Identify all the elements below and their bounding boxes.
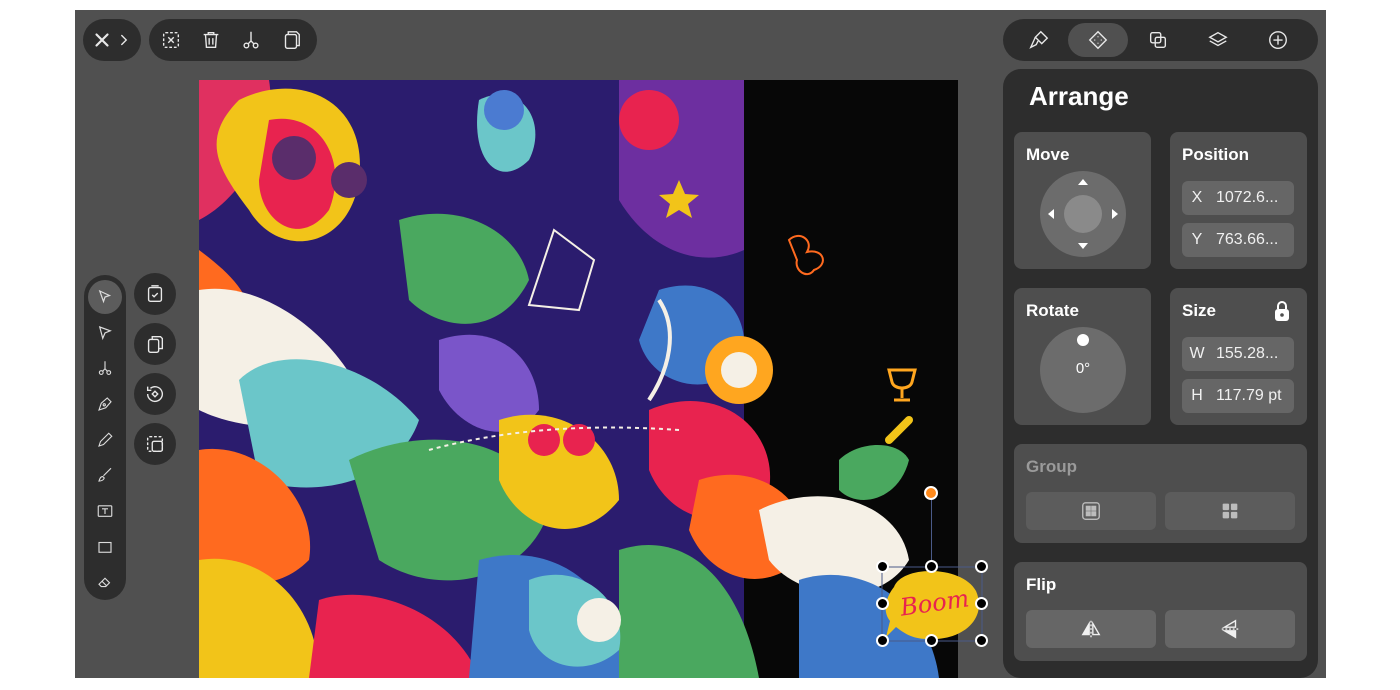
resize-handle-left[interactable]: [876, 597, 889, 610]
size-label: Size: [1182, 301, 1217, 320]
move-up-icon[interactable]: [1078, 179, 1088, 185]
resize-handle-top-right[interactable]: [975, 560, 988, 573]
position-y-field[interactable]: Y 763.66...: [1182, 223, 1294, 257]
size-card: Size W 155.28... H 117.79 pt: [1170, 288, 1307, 425]
close-toolbar: [83, 19, 141, 61]
move-down-icon[interactable]: [1078, 243, 1088, 249]
style-icon[interactable]: [1010, 20, 1068, 60]
resize-handle-right[interactable]: [975, 597, 988, 610]
copy-icon[interactable]: [271, 20, 311, 60]
h-value: 117.79 pt: [1216, 387, 1282, 404]
rectangle-tool[interactable]: [88, 530, 122, 564]
flip-card: Flip: [1014, 562, 1307, 661]
rotate-value: 0°: [1075, 360, 1091, 377]
scissors-icon[interactable]: [231, 20, 271, 60]
rotate-dial-knob[interactable]: [1077, 334, 1089, 346]
w-value: 155.28...: [1216, 345, 1279, 362]
text-tool[interactable]: [88, 494, 122, 528]
repeat-transform-icon[interactable]: [134, 373, 176, 415]
direct-select-tool[interactable]: [88, 316, 122, 350]
group-label: Group: [1026, 457, 1077, 476]
resize-handle-bottom-left[interactable]: [876, 634, 889, 647]
insert-icon[interactable]: [1248, 20, 1308, 60]
x-label: X: [1191, 189, 1203, 206]
move-label: Move: [1026, 145, 1070, 164]
rotate-label: Rotate: [1026, 301, 1079, 320]
rotation-handle[interactable]: [924, 486, 938, 500]
rotation-handle-line: [931, 499, 932, 567]
ungroup-icon[interactable]: [1165, 492, 1295, 530]
position-label: Position: [1182, 145, 1250, 164]
move-left-icon[interactable]: [1048, 209, 1054, 219]
size-height-field[interactable]: H 117.79 pt: [1182, 379, 1294, 413]
group-icon[interactable]: [1026, 492, 1156, 530]
h-label: H: [1191, 387, 1203, 404]
pencil-tool[interactable]: [88, 423, 122, 457]
resize-handle-bottom[interactable]: [925, 634, 938, 647]
app-window: Boom Arrange Move Position X 1072.6... Y…: [75, 10, 1326, 678]
resize-handle-top[interactable]: [925, 560, 938, 573]
arrange-panel: Arrange Move Position X 1072.6... Y 763.…: [1003, 69, 1318, 678]
selected-object[interactable]: Boom: [881, 566, 983, 642]
eraser-tool[interactable]: [88, 565, 122, 599]
w-label: W: [1189, 345, 1205, 362]
panel-title: Arrange: [1029, 81, 1129, 111]
move-pad[interactable]: [1040, 171, 1126, 257]
flip-vertical-icon[interactable]: [1165, 610, 1295, 648]
rotate-dial[interactable]: 0°: [1040, 327, 1126, 413]
tool-palette: [84, 275, 126, 600]
path-ops-icon[interactable]: [1128, 20, 1188, 60]
select-tool[interactable]: [88, 280, 122, 314]
pen-tool[interactable]: [88, 387, 122, 421]
trash-icon[interactable]: [191, 20, 231, 60]
resize-handle-top-left[interactable]: [876, 560, 889, 573]
brush-tool[interactable]: [88, 458, 122, 492]
artwork-canvas[interactable]: [199, 80, 958, 678]
position-card: Position X 1072.6... Y 763.66...: [1170, 132, 1307, 269]
position-x-field[interactable]: X 1072.6...: [1182, 181, 1294, 215]
flip-label: Flip: [1026, 575, 1057, 594]
y-label: Y: [1191, 231, 1203, 248]
transform-box-icon[interactable]: [134, 423, 176, 465]
x-value: 1072.6...: [1216, 189, 1279, 206]
select-all-icon[interactable]: [134, 273, 176, 315]
deselect-icon[interactable]: [151, 20, 191, 60]
lock-icon[interactable]: [1272, 300, 1292, 322]
size-width-field[interactable]: W 155.28...: [1182, 337, 1294, 371]
edit-actions-toolbar: [149, 19, 317, 61]
rotate-card: Rotate 0°: [1014, 288, 1151, 425]
layers-icon[interactable]: [1188, 20, 1248, 60]
resize-handle-bottom-right[interactable]: [975, 634, 988, 647]
inspector-tabs: [1003, 19, 1318, 61]
move-card: Move: [1014, 132, 1151, 269]
move-right-icon[interactable]: [1112, 209, 1118, 219]
flip-horizontal-icon[interactable]: [1026, 610, 1156, 648]
group-card: Group: [1014, 444, 1307, 543]
arrange-icon[interactable]: [1068, 23, 1128, 57]
duplicate-icon[interactable]: [134, 323, 176, 365]
chevron-right-icon[interactable]: [115, 20, 133, 60]
close-icon[interactable]: [89, 20, 115, 60]
y-value: 763.66...: [1216, 231, 1279, 248]
scissors-tool[interactable]: [88, 351, 122, 385]
